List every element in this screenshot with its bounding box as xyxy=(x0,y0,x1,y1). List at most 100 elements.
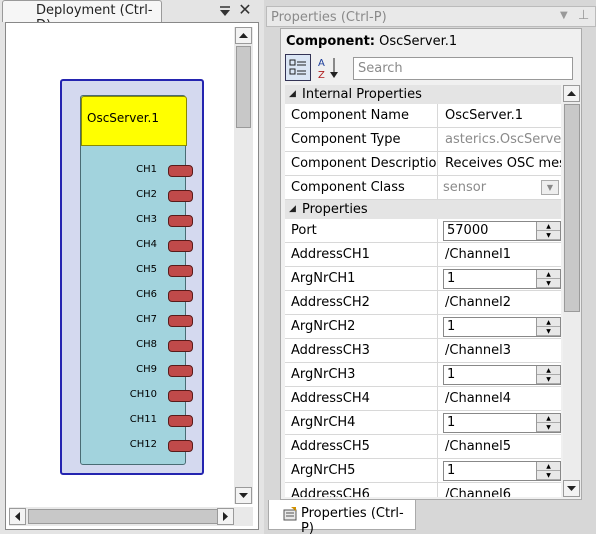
port-connector[interactable] xyxy=(168,165,193,177)
property-row[interactable]: Component Class sensor ▼ xyxy=(285,176,561,200)
property-row[interactable]: ArgNrCH1 1 ▲ ▼ xyxy=(285,267,561,291)
port-connector[interactable] xyxy=(168,415,193,427)
alphabetical-sort-icon[interactable]: A Z xyxy=(315,54,341,81)
dropdown-icon[interactable]: ▼ xyxy=(560,10,572,24)
property-category[interactable]: ◢ Properties xyxy=(285,200,561,219)
property-value[interactable]: Receives OSC mes xyxy=(439,152,561,175)
port-connector[interactable] xyxy=(168,340,193,352)
port-connector[interactable] xyxy=(168,390,193,402)
dropdown-pin-icon[interactable] xyxy=(217,2,233,20)
component-box[interactable]: OscServer.1 CH1 CH2 CH3 CH4 CH5 CH6 CH7 CH8 CH9 C… xyxy=(60,79,204,475)
output-port[interactable]: CH7 xyxy=(75,314,193,328)
scroll-down-arrow-icon[interactable] xyxy=(563,480,580,497)
property-row[interactable]: Component Name OscServer.1 xyxy=(285,104,561,128)
hscroll-thumb[interactable] xyxy=(28,509,218,524)
close-icon[interactable]: ✕ xyxy=(237,1,253,19)
property-row[interactable]: Port 57000 ▲ ▼ xyxy=(285,219,561,243)
property-value[interactable]: /Channel1 xyxy=(439,243,561,266)
scroll-up-arrow-icon[interactable] xyxy=(563,85,580,102)
property-row[interactable]: AddressCH6/Channel6 xyxy=(285,483,561,497)
deployment-canvas[interactable]: OscServer.1 CH1 CH2 CH3 CH4 CH5 CH6 CH7 CH8 CH9 C… xyxy=(9,27,233,504)
scroll-right-arrow-icon[interactable] xyxy=(217,508,234,525)
property-stepper[interactable]: 1 ▲ ▼ xyxy=(443,413,561,433)
property-row[interactable]: AddressCH2/Channel2 xyxy=(285,291,561,315)
categorized-view-icon[interactable] xyxy=(285,54,311,81)
deployment-hscroll[interactable] xyxy=(9,507,253,526)
increment-icon[interactable]: ▲ xyxy=(537,414,560,423)
port-connector[interactable] xyxy=(168,240,193,252)
scroll-left-arrow-icon[interactable] xyxy=(9,508,26,525)
stepper-buttons[interactable]: ▲ ▼ xyxy=(536,222,560,240)
port-connector[interactable] xyxy=(168,215,193,227)
output-port[interactable]: CH10 xyxy=(75,389,193,403)
property-value[interactable]: /Channel4 xyxy=(439,387,561,410)
stepper-buttons[interactable]: ▲ ▼ xyxy=(536,270,560,288)
decrement-icon[interactable]: ▼ xyxy=(537,231,560,240)
output-port[interactable]: CH3 xyxy=(75,214,193,228)
output-port[interactable]: CH9 xyxy=(75,364,193,378)
increment-icon[interactable]: ▲ xyxy=(537,318,560,327)
property-value[interactable]: OscServer.1 xyxy=(439,104,561,127)
decrement-icon[interactable]: ▼ xyxy=(537,279,560,288)
property-row[interactable]: ArgNrCH2 1 ▲ ▼ xyxy=(285,315,561,339)
decrement-icon[interactable]: ▼ xyxy=(537,375,560,384)
component-body[interactable]: OscServer.1 CH1 CH2 CH3 CH4 CH5 CH6 CH7 CH8 CH9 C… xyxy=(80,95,193,465)
port-connector[interactable] xyxy=(168,290,193,302)
port-connector[interactable] xyxy=(168,440,193,452)
port-connector[interactable] xyxy=(168,190,193,202)
output-port[interactable]: CH6 xyxy=(75,289,193,303)
increment-icon[interactable]: ▲ xyxy=(537,222,560,231)
decrement-icon[interactable]: ▼ xyxy=(537,327,560,336)
property-row[interactable]: Component Type asterics.OscServer xyxy=(285,128,561,152)
stepper-buttons[interactable]: ▲ ▼ xyxy=(536,414,560,432)
property-grid-vscroll[interactable] xyxy=(563,85,581,497)
port-connector[interactable] xyxy=(168,315,193,327)
property-value[interactable]: /Channel6 xyxy=(439,483,561,497)
decrement-icon[interactable]: ▼ xyxy=(537,471,560,480)
property-stepper[interactable]: 1 ▲ ▼ xyxy=(443,461,561,481)
property-row[interactable]: AddressCH5/Channel5 xyxy=(285,435,561,459)
properties-bottom-tab[interactable]: Properties (Ctrl-P) xyxy=(268,500,416,534)
property-stepper[interactable]: 1 ▲ ▼ xyxy=(443,365,561,385)
output-port[interactable]: CH8 xyxy=(75,339,193,353)
increment-icon[interactable]: ▲ xyxy=(537,462,560,471)
port-connector[interactable] xyxy=(168,265,193,277)
grid-vscroll-thumb[interactable] xyxy=(564,104,580,312)
pin-icon[interactable]: ⊥ xyxy=(578,8,592,24)
chevron-down-icon[interactable]: ▼ xyxy=(541,180,559,195)
output-port[interactable]: CH5 xyxy=(75,264,193,278)
port-connector[interactable] xyxy=(168,365,193,377)
property-row[interactable]: AddressCH4/Channel4 xyxy=(285,387,561,411)
property-category[interactable]: ◢ Internal Properties xyxy=(285,85,561,104)
property-row[interactable]: Component Description Receives OSC mes xyxy=(285,152,561,176)
output-port[interactable]: CH4 xyxy=(75,239,193,253)
stepper-buttons[interactable]: ▲ ▼ xyxy=(536,366,560,384)
increment-icon[interactable]: ▲ xyxy=(537,270,560,279)
property-row[interactable]: AddressCH3/Channel3 xyxy=(285,339,561,363)
property-stepper[interactable]: 57000 ▲ ▼ xyxy=(443,221,561,241)
vscroll-thumb[interactable] xyxy=(236,46,251,128)
deployment-vscroll[interactable] xyxy=(234,27,253,504)
property-select[interactable]: sensor ▼ xyxy=(443,178,561,198)
output-port[interactable]: CH2 xyxy=(75,189,193,203)
scroll-up-arrow-icon[interactable] xyxy=(235,27,252,44)
property-row[interactable]: ArgNrCH5 1 ▲ ▼ xyxy=(285,459,561,483)
decrement-icon[interactable]: ▼ xyxy=(537,423,560,432)
property-value[interactable]: /Channel2 xyxy=(439,291,561,314)
component-title[interactable]: OscServer.1 xyxy=(81,96,187,146)
increment-icon[interactable]: ▲ xyxy=(537,366,560,375)
property-stepper[interactable]: 1 ▲ ▼ xyxy=(443,317,561,337)
collapse-triangle-icon[interactable]: ◢ xyxy=(289,89,296,99)
output-port[interactable]: CH12 xyxy=(75,439,193,453)
property-value[interactable]: /Channel5 xyxy=(439,435,561,458)
property-row[interactable]: ArgNrCH3 1 ▲ ▼ xyxy=(285,363,561,387)
property-row[interactable]: ArgNrCH4 1 ▲ ▼ xyxy=(285,411,561,435)
search-input[interactable] xyxy=(353,57,573,80)
stepper-buttons[interactable]: ▲ ▼ xyxy=(536,318,560,336)
property-stepper[interactable]: 1 ▲ ▼ xyxy=(443,269,561,289)
output-port[interactable]: CH1 xyxy=(75,164,193,178)
stepper-buttons[interactable]: ▲ ▼ xyxy=(536,462,560,480)
property-row[interactable]: AddressCH1/Channel1 xyxy=(285,243,561,267)
deployment-tab[interactable]: Deployment (Ctrl-D) xyxy=(2,0,162,33)
property-value[interactable]: /Channel3 xyxy=(439,339,561,362)
